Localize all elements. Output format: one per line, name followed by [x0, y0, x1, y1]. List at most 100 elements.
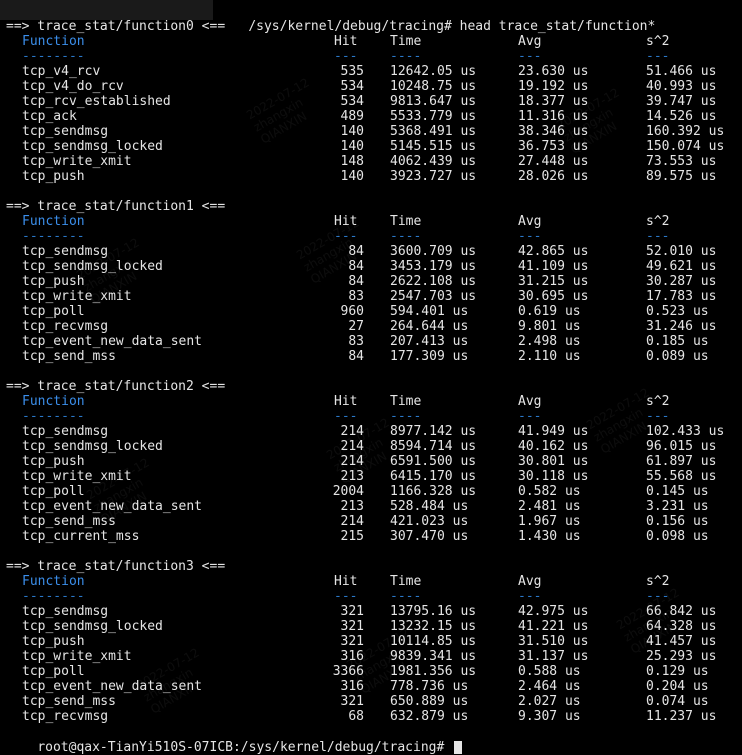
variance-value: 89.575 us	[646, 169, 717, 184]
function-name: tcp_poll	[22, 304, 85, 319]
separator-avg: ---	[518, 229, 542, 244]
separator-function: --------	[22, 49, 85, 64]
average-time: 2.498 us	[518, 334, 581, 349]
variance-value: 0.074 us	[646, 694, 709, 709]
column-header-time: Time	[390, 214, 422, 229]
separator-time: ----	[390, 49, 422, 64]
total-time: 5533.779 us	[390, 109, 477, 124]
hit-count: 214	[340, 514, 364, 529]
function-name: tcp_sendmsg_locked	[22, 139, 163, 154]
hit-count: 83	[348, 334, 364, 349]
total-time: 3453.179 us	[390, 259, 477, 274]
variance-value: 0.204 us	[646, 679, 709, 694]
variance-value: 0.156 us	[646, 514, 709, 529]
separator-s2: ---	[646, 49, 670, 64]
command-text: /sys/kernel/debug/tracing# head trace_st…	[248, 19, 656, 34]
average-time: 1.430 us	[518, 529, 581, 544]
variance-value: 0.185 us	[646, 334, 709, 349]
variance-value: 150.074 us	[646, 139, 725, 154]
total-time: 1981.356 us	[390, 664, 477, 679]
hit-count: 534	[340, 94, 364, 109]
total-time: 5368.491 us	[390, 124, 477, 139]
function-name: tcp_current_mss	[22, 529, 140, 544]
column-header-s2: s^2	[646, 394, 670, 409]
column-header-hit: Hit	[334, 574, 358, 589]
column-header-hit: Hit	[334, 214, 358, 229]
average-time: 2.481 us	[518, 499, 581, 514]
total-time: 10248.75 us	[390, 79, 477, 94]
function-name: tcp_sendmsg	[22, 604, 109, 619]
column-header-s2: s^2	[646, 574, 670, 589]
average-time: 2.464 us	[518, 679, 581, 694]
average-time: 41.949 us	[518, 424, 589, 439]
separator-hit: ---	[334, 589, 358, 604]
hit-count: 321	[340, 604, 364, 619]
variance-value: 96.015 us	[646, 439, 717, 454]
hit-count: 214	[340, 439, 364, 454]
average-time: 2.027 us	[518, 694, 581, 709]
separator-time: ----	[390, 229, 422, 244]
function-name: tcp_ack	[22, 109, 77, 124]
function-name: tcp_event_new_data_sent	[22, 334, 203, 349]
separator-avg: ---	[518, 49, 542, 64]
hit-count: 316	[340, 649, 364, 664]
separator-s2: ---	[646, 589, 670, 604]
function-name: tcp_sendmsg_locked	[22, 619, 163, 634]
section-header: ==> trace_stat/function0 <==	[6, 19, 226, 34]
average-time: 31.510 us	[518, 634, 589, 649]
variance-value: 0.089 us	[646, 349, 709, 364]
section-header: ==> trace_stat/function2 <==	[6, 379, 226, 394]
function-name: tcp_sendmsg_locked	[22, 439, 163, 454]
column-header-time: Time	[390, 34, 422, 49]
function-name: tcp_poll	[22, 484, 85, 499]
average-time: 38.346 us	[518, 124, 589, 139]
total-time: 10114.85 us	[390, 634, 477, 649]
shell-prompt: root@qax-TianYi510S-07ICB:/sys/kernel/de…	[37, 740, 453, 755]
variance-value: 49.621 us	[646, 259, 717, 274]
function-name: tcp_write_xmit	[22, 154, 132, 169]
hit-count: 213	[340, 499, 364, 514]
average-time: 1.967 us	[518, 514, 581, 529]
hit-count: 140	[340, 169, 364, 184]
function-name: tcp_event_new_data_sent	[22, 499, 203, 514]
column-header-time: Time	[390, 394, 422, 409]
hit-count: 27	[348, 319, 364, 334]
variance-value: 39.747 us	[646, 94, 717, 109]
average-time: 9.307 us	[518, 709, 581, 724]
hit-count: 84	[348, 349, 364, 364]
average-time: 30.118 us	[518, 469, 589, 484]
total-time: 9839.341 us	[390, 649, 477, 664]
function-name: tcp_write_xmit	[22, 469, 132, 484]
function-name: tcp_sendmsg_locked	[22, 259, 163, 274]
separator-time: ----	[390, 409, 422, 424]
variance-value: 11.237 us	[646, 709, 717, 724]
prompt-line[interactable]: root@qax-TianYi510S-07ICB:/sys/kernel/de…	[6, 725, 463, 755]
function-name: tcp_poll	[22, 664, 85, 679]
average-time: 0.619 us	[518, 304, 581, 319]
function-name: tcp_v4_do_rcv	[22, 79, 124, 94]
variance-value: 73.553 us	[646, 154, 717, 169]
total-time: 650.889 us	[390, 694, 469, 709]
hit-count: 148	[340, 154, 364, 169]
hit-count: 321	[340, 619, 364, 634]
separator-hit: ---	[334, 409, 358, 424]
section-header: ==> trace_stat/function3 <==	[6, 559, 226, 574]
total-time: 632.879 us	[390, 709, 469, 724]
hit-count: 140	[340, 139, 364, 154]
variance-value: 52.010 us	[646, 244, 717, 259]
variance-value: 31.246 us	[646, 319, 717, 334]
total-time: 2547.703 us	[390, 289, 477, 304]
column-header-time: Time	[390, 574, 422, 589]
hit-count: 213	[340, 469, 364, 484]
average-time: 0.588 us	[518, 664, 581, 679]
total-time: 4062.439 us	[390, 154, 477, 169]
terminal-window[interactable]: /sys/kernel/debug/tracing# head trace_st…	[0, 0, 742, 755]
total-time: 13232.15 us	[390, 619, 477, 634]
total-time: 528.484 us	[390, 499, 469, 514]
separator-avg: ---	[518, 409, 542, 424]
function-name: tcp_sendmsg	[22, 244, 109, 259]
variance-value: 30.287 us	[646, 274, 717, 289]
variance-value: 51.466 us	[646, 64, 717, 79]
variance-value: 160.392 us	[646, 124, 725, 139]
total-time: 421.023 us	[390, 514, 469, 529]
